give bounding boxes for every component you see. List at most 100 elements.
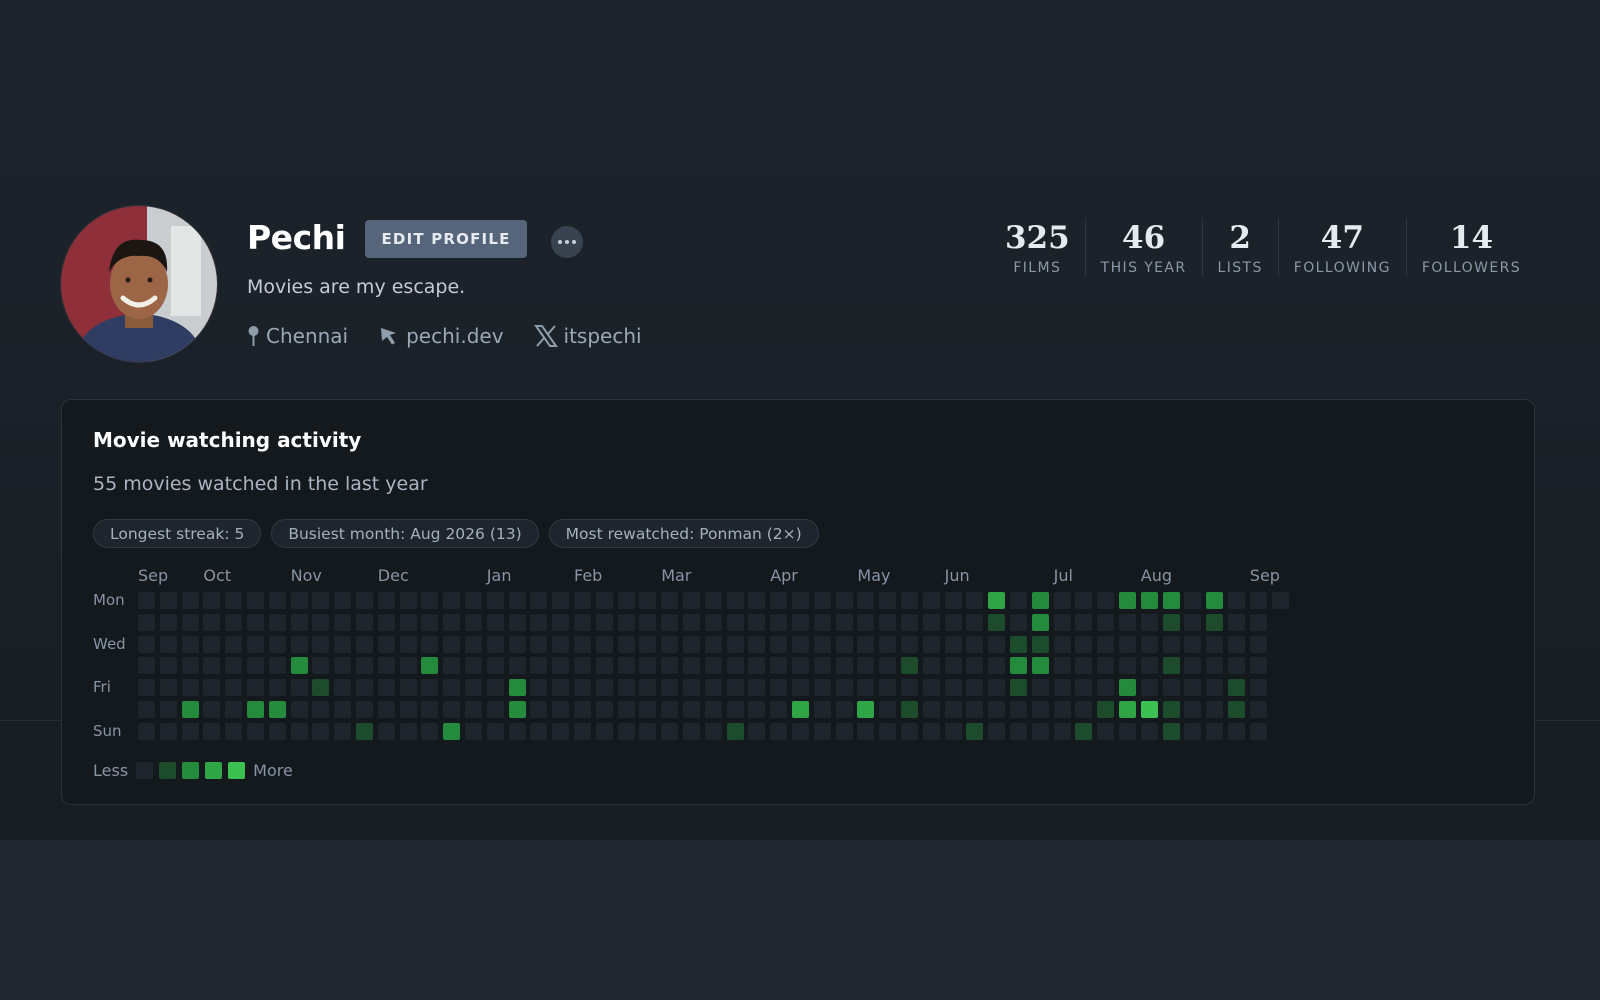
- heatmap-day-cell[interactable]: [988, 592, 1006, 609]
- heatmap-day-cell[interactable]: [704, 613, 722, 631]
- heatmap-day-cell[interactable]: [443, 679, 461, 697]
- heatmap-day-cell[interactable]: [1249, 635, 1267, 653]
- heatmap-day-cell[interactable]: [813, 613, 831, 631]
- heatmap-day-cell[interactable]: [683, 592, 700, 609]
- heatmap-day-cell[interactable]: [595, 635, 613, 653]
- heatmap-day-cell[interactable]: [1228, 701, 1245, 718]
- heatmap-day-cell[interactable]: [1053, 679, 1071, 697]
- heatmap-day-cell[interactable]: [486, 679, 504, 697]
- heatmap-day-cell[interactable]: [530, 722, 548, 740]
- heatmap-day-cell[interactable]: [377, 679, 395, 697]
- heatmap-day-cell[interactable]: [966, 657, 984, 675]
- heatmap-day-cell[interactable]: [225, 657, 243, 675]
- heatmap-day-cell[interactable]: [1228, 613, 1245, 631]
- heatmap-day-cell[interactable]: [225, 592, 243, 609]
- heatmap-day-cell[interactable]: [770, 613, 788, 631]
- heatmap-day-cell[interactable]: [203, 613, 221, 631]
- heatmap-day-cell[interactable]: [225, 722, 243, 740]
- heatmap-day-cell[interactable]: [181, 701, 199, 718]
- heatmap-day-cell[interactable]: [879, 701, 897, 718]
- heatmap-day-cell[interactable]: [879, 657, 897, 675]
- heatmap-day-cell[interactable]: [377, 635, 395, 653]
- heatmap-day-cell[interactable]: [704, 635, 722, 653]
- heatmap-day-cell[interactable]: [1075, 679, 1093, 697]
- heatmap-day-cell[interactable]: [1010, 701, 1027, 718]
- heatmap-day-cell[interactable]: [944, 613, 962, 631]
- heatmap-day-cell[interactable]: [857, 701, 875, 718]
- heatmap-day-cell[interactable]: [661, 613, 679, 631]
- heatmap-day-cell[interactable]: [312, 722, 330, 740]
- heatmap-day-cell[interactable]: [1097, 613, 1115, 631]
- heatmap-day-cell[interactable]: [1075, 701, 1093, 718]
- heatmap-day-cell[interactable]: [748, 657, 766, 675]
- heatmap-day-cell[interactable]: [617, 679, 635, 697]
- heatmap-day-cell[interactable]: [356, 679, 373, 697]
- heatmap-day-cell[interactable]: [944, 701, 962, 718]
- heatmap-day-cell[interactable]: [399, 657, 417, 675]
- heatmap-day-cell[interactable]: [1206, 722, 1224, 740]
- heatmap-day-cell[interactable]: [421, 635, 439, 653]
- heatmap-day-cell[interactable]: [639, 613, 657, 631]
- heatmap-day-cell[interactable]: [857, 657, 875, 675]
- heatmap-day-cell[interactable]: [922, 701, 940, 718]
- heatmap-day-cell[interactable]: [508, 592, 526, 609]
- heatmap-day-cell[interactable]: [268, 722, 286, 740]
- edit-profile-button[interactable]: EDIT PROFILE: [365, 220, 527, 258]
- heatmap-day-cell[interactable]: [595, 701, 613, 718]
- heatmap-day-cell[interactable]: [726, 657, 744, 675]
- heatmap-day-cell[interactable]: [247, 722, 264, 740]
- heatmap-day-cell[interactable]: [879, 722, 897, 740]
- heatmap-day-cell[interactable]: [1184, 592, 1202, 609]
- heatmap-day-cell[interactable]: [857, 613, 875, 631]
- heatmap-day-cell[interactable]: [683, 635, 700, 653]
- heatmap-day-cell[interactable]: [574, 635, 591, 653]
- heatmap-day-cell[interactable]: [247, 657, 264, 675]
- heatmap-day-cell[interactable]: [203, 657, 221, 675]
- heatmap-day-cell[interactable]: [508, 635, 526, 653]
- heatmap-day-cell[interactable]: [813, 679, 831, 697]
- heatmap-day-cell[interactable]: [770, 592, 788, 609]
- heatmap-day-cell[interactable]: [552, 635, 570, 653]
- heatmap-day-cell[interactable]: [683, 613, 700, 631]
- heatmap-day-cell[interactable]: [857, 679, 875, 697]
- heatmap-day-cell[interactable]: [792, 679, 809, 697]
- heatmap-day-cell[interactable]: [1097, 701, 1115, 718]
- heatmap-day-cell[interactable]: [966, 701, 984, 718]
- heatmap-day-cell[interactable]: [312, 635, 330, 653]
- heatmap-day-cell[interactable]: [966, 613, 984, 631]
- heatmap-day-cell[interactable]: [1031, 722, 1049, 740]
- heatmap-day-cell[interactable]: [661, 592, 679, 609]
- heatmap-day-cell[interactable]: [399, 635, 417, 653]
- heatmap-day-cell[interactable]: [159, 722, 177, 740]
- heatmap-day-cell[interactable]: [901, 679, 918, 697]
- heatmap-day-cell[interactable]: [1184, 613, 1202, 631]
- heatmap-day-cell[interactable]: [1010, 722, 1027, 740]
- heatmap-day-cell[interactable]: [1031, 679, 1049, 697]
- heatmap-day-cell[interactable]: [486, 722, 504, 740]
- heatmap-day-cell[interactable]: [574, 657, 591, 675]
- stat-following[interactable]: 47 FOLLOWING: [1277, 218, 1406, 276]
- heatmap-day-cell[interactable]: [508, 722, 526, 740]
- heatmap-day-cell[interactable]: [334, 657, 352, 675]
- heatmap-day-cell[interactable]: [835, 657, 853, 675]
- heatmap-day-cell[interactable]: [1206, 613, 1224, 631]
- heatmap-day-cell[interactable]: [552, 722, 570, 740]
- avatar[interactable]: [61, 206, 217, 362]
- heatmap-day-cell[interactable]: [225, 679, 243, 697]
- heatmap-day-cell[interactable]: [377, 592, 395, 609]
- heatmap-day-cell[interactable]: [1031, 657, 1049, 675]
- heatmap-day-cell[interactable]: [1119, 722, 1136, 740]
- heatmap-day-cell[interactable]: [1228, 679, 1245, 697]
- heatmap-day-cell[interactable]: [792, 701, 809, 718]
- heatmap-day-cell[interactable]: [1140, 722, 1158, 740]
- heatmap-day-cell[interactable]: [181, 613, 199, 631]
- heatmap-day-cell[interactable]: [1010, 679, 1027, 697]
- heatmap-day-cell[interactable]: [356, 635, 373, 653]
- heatmap-day-cell[interactable]: [901, 657, 918, 675]
- heatmap-day-cell[interactable]: [138, 701, 155, 718]
- heatmap-day-cell[interactable]: [966, 635, 984, 653]
- heatmap-day-cell[interactable]: [268, 613, 286, 631]
- heatmap-day-cell[interactable]: [268, 657, 286, 675]
- heatmap-day-cell[interactable]: [1162, 613, 1180, 631]
- heatmap-day-cell[interactable]: [247, 635, 264, 653]
